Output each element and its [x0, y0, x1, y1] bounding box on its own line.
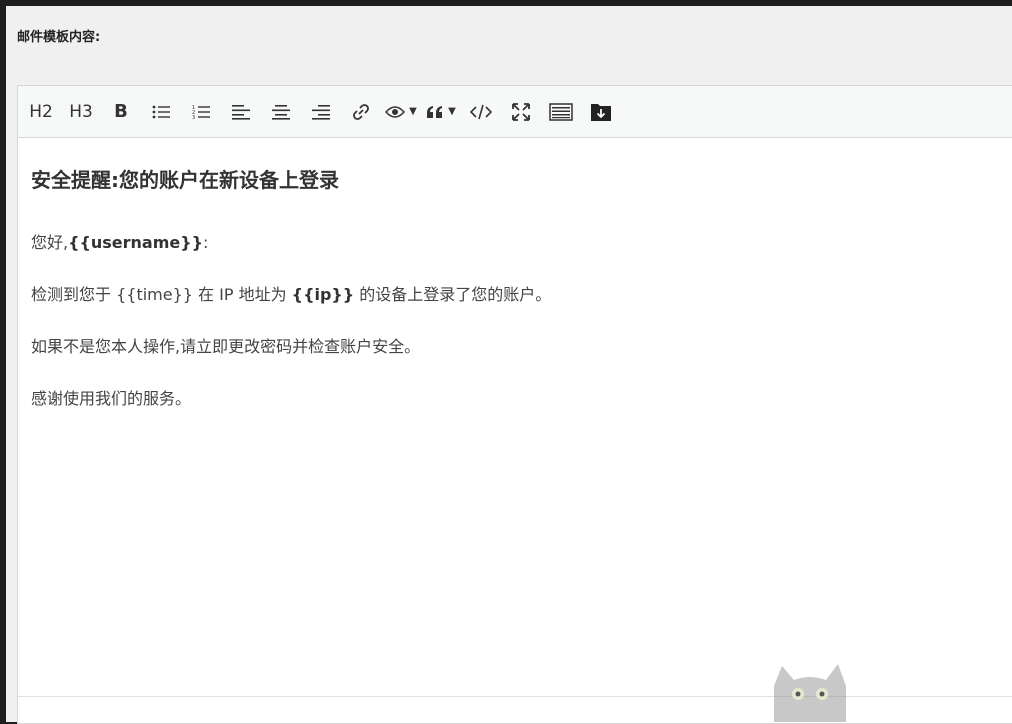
align-left-icon	[232, 104, 250, 120]
align-right-icon	[312, 104, 330, 120]
greeting-prefix: 您好,	[31, 233, 69, 252]
login-detail-a: 检测到您于 {{time}} 在 IP 地址为	[31, 285, 292, 304]
warning-line: 如果不是您本人操作,请立即更改密码并检查账户安全。	[31, 337, 421, 356]
ordered-list-icon: 1 2 3	[192, 105, 210, 120]
editor-toolbar: H2 H3 B 1 2 3 ▼ ▼	[18, 86, 1012, 138]
link-icon	[353, 103, 369, 120]
svg-text:3: 3	[192, 115, 195, 120]
unordered-list-button[interactable]	[144, 97, 178, 127]
cat-watermark-icon	[774, 664, 846, 722]
login-detail-b: 的设备上登录了您的账户。	[354, 285, 552, 304]
caret-down-icon: ▼	[448, 106, 456, 117]
field-label: 邮件模板内容:	[17, 30, 101, 45]
align-left-button[interactable]	[224, 97, 258, 127]
keyboard-icon	[549, 102, 573, 121]
quote-icon	[427, 105, 443, 118]
heading-2-button[interactable]: H2	[24, 97, 58, 127]
thanks-line: 感谢使用我们的服务。	[31, 389, 192, 408]
caret-down-icon: ▼	[409, 106, 417, 117]
download-icon	[591, 103, 611, 121]
greeting-line: 您好,{{username}}:	[31, 233, 1000, 253]
quote-dropdown-button[interactable]: ▼	[424, 97, 458, 127]
align-center-icon	[272, 104, 290, 120]
username-variable: {{username}}	[68, 233, 204, 252]
email-heading: 安全提醒:您的账户在新设备上登录	[31, 168, 339, 192]
login-detail-line: 检测到您于 {{time}} 在 IP 地址为 {{ip}} 的设备上登录了您的…	[31, 285, 1000, 305]
preview-icon	[385, 105, 406, 118]
align-right-button[interactable]	[304, 97, 338, 127]
bold-button[interactable]: B	[104, 97, 138, 127]
greeting-suffix: :	[203, 233, 209, 252]
download-button[interactable]	[584, 97, 618, 127]
ip-variable: {{ip}}	[291, 285, 355, 304]
form-panel: 邮件模板内容: H2 H3 B 1 2 3 ▼ ▼ 安全提醒:您的账户在新设备上…	[6, 6, 1012, 724]
code-button[interactable]	[464, 97, 498, 127]
fullscreen-icon	[512, 102, 530, 121]
markdown-editor[interactable]: H2 H3 B 1 2 3 ▼ ▼ 安全提醒:您的账户在新设备上登录 您好,{{…	[17, 85, 1012, 724]
code-icon	[470, 104, 492, 119]
unordered-list-icon	[152, 105, 170, 118]
heading-3-button[interactable]: H3	[64, 97, 98, 127]
ordered-list-button[interactable]: 1 2 3	[184, 97, 218, 127]
fullscreen-button[interactable]	[504, 97, 538, 127]
editor-content[interactable]: 安全提醒:您的账户在新设备上登录 您好,{{username}}: 检测到您于 …	[18, 138, 1012, 409]
align-center-button[interactable]	[264, 97, 298, 127]
preview-dropdown-button[interactable]: ▼	[384, 97, 418, 127]
link-button[interactable]	[344, 97, 378, 127]
keyboard-button[interactable]	[544, 97, 578, 127]
editor-status-bar	[18, 696, 1012, 723]
